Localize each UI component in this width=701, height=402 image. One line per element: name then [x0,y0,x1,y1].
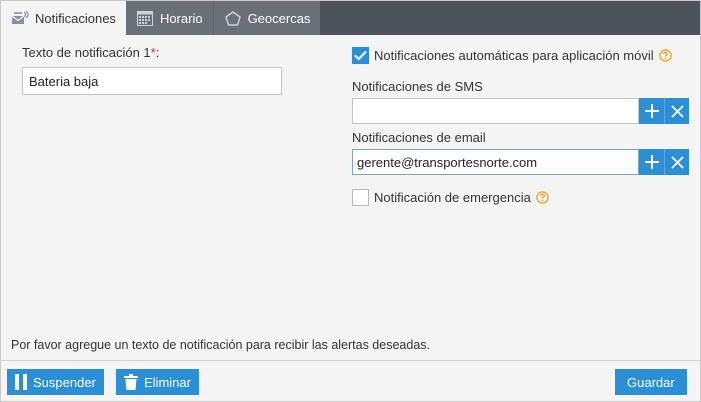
save-button[interactable]: Guardar [615,369,687,395]
notification-text-input[interactable] [22,67,282,95]
emergency-label: Notificación de emergencia [374,189,531,205]
plus-icon [644,155,659,169]
tab-label: Notificaciones [35,10,116,26]
clear-email-button[interactable] [664,149,689,175]
tab-horario[interactable]: Horario [125,1,213,35]
email-input-group [352,149,689,175]
auto-notifications-checkbox[interactable] [352,46,369,64]
sms-label: Notificaciones de SMS [352,79,483,94]
help-icon[interactable] [658,48,672,62]
emergency-checkbox[interactable] [352,188,369,206]
save-label: Guardar [627,374,675,390]
tab-bar: Notificaciones Horario Geocercas [1,1,700,35]
emergency-row: Notificación de emergencia [352,187,689,207]
trash-icon [124,374,138,390]
tab-label: Horario [159,10,203,26]
add-sms-button[interactable] [639,98,664,124]
close-icon [670,155,684,169]
delete-label: Eliminar [144,374,191,390]
plus-icon [644,104,659,118]
tab-label: Geocercas [247,10,311,26]
footer-divider [1,360,700,361]
notification-channels-section: Notificaciones automáticas para aplicaci… [352,45,689,207]
checkmark-icon [354,50,367,61]
pentagon-icon [224,10,242,26]
tab-geocercas[interactable]: Geocercas [212,1,321,35]
notification-text-section: Texto de notificación 1*: [22,45,282,95]
suspend-label: Suspender [33,374,96,390]
notification-panel: Notificaciones Horario Geocercas Texto d… [0,0,701,402]
help-icon[interactable] [536,190,549,204]
calendar-icon [136,10,154,26]
hint-text: Por favor agregue un texto de notificaci… [11,338,430,352]
delete-button[interactable]: Eliminar [116,369,199,395]
pause-icon [15,374,27,390]
clear-sms-button[interactable] [664,98,689,124]
suspend-button[interactable]: Suspender [7,369,104,395]
email-label: Notificaciones de email [352,130,486,145]
notification-text-label: Texto de notificación 1*: [22,45,160,60]
add-email-button[interactable] [639,149,664,175]
sms-input-group [352,98,689,124]
auto-notifications-label: Notificaciones automáticas para aplicaci… [374,47,654,63]
auto-notifications-row: Notificaciones automáticas para aplicaci… [352,45,689,65]
email-input[interactable] [352,149,639,175]
close-icon [670,104,684,118]
sms-input[interactable] [352,98,639,124]
tab-notificaciones[interactable]: Notificaciones [1,1,126,35]
envelope-signal-icon [11,10,29,26]
